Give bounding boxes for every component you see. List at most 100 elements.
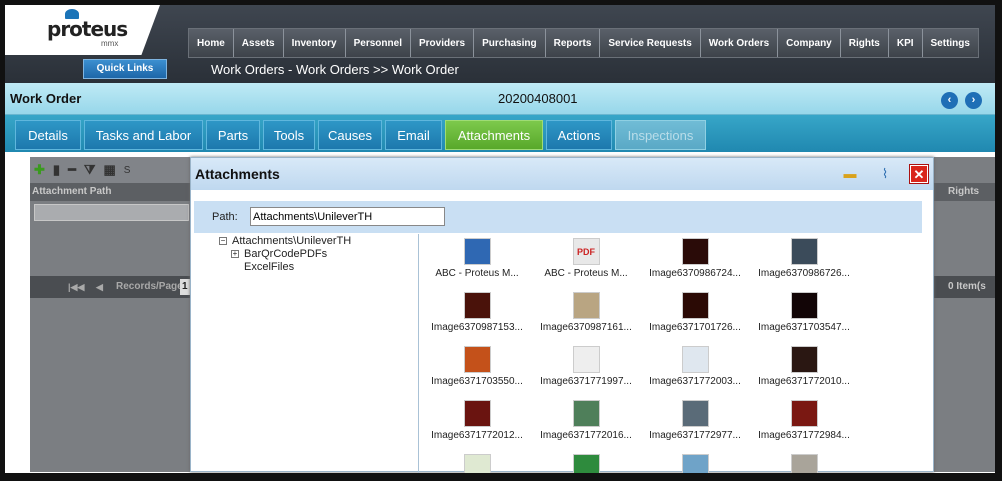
- file-tile[interactable]: Image6370987161...: [531, 290, 641, 342]
- work-order-number: 20200408001: [498, 91, 578, 106]
- image-thumbnail: [790, 238, 818, 265]
- column-attachment-path[interactable]: Attachment Path: [32, 186, 111, 197]
- path-bar: Path:: [194, 201, 922, 233]
- logo[interactable]: proteus mmx: [5, 5, 160, 55]
- next-record-icon[interactable]: ›: [965, 92, 982, 109]
- first-page-icon[interactable]: |◀◀: [68, 276, 84, 298]
- image-thumbnail: [463, 292, 491, 319]
- attachments-dialog: Attachments ▬ ⌇ ✕ Path: −Attachments\Uni…: [190, 157, 934, 473]
- filter-icon[interactable]: ⧩: [84, 162, 96, 178]
- dialog-title: Attachments: [195, 166, 280, 182]
- nav-purchasing[interactable]: Purchasing: [474, 29, 546, 57]
- tab-email[interactable]: Email: [385, 120, 442, 150]
- image-thumbnail: [681, 346, 709, 373]
- previous-page-icon[interactable]: ◀: [96, 276, 103, 298]
- grid-icon[interactable]: ▦: [104, 162, 116, 178]
- file-tile[interactable]: Image6371772977...: [640, 398, 750, 450]
- nav-rights[interactable]: Rights: [841, 29, 889, 57]
- image-thumbnail: [681, 454, 709, 473]
- file-tile[interactable]: Image6371772016...: [531, 398, 641, 450]
- pdf-icon: PDF: [572, 238, 600, 265]
- file-grid: ABC - Proteus M... PDF ABC - Proteus M...…: [420, 234, 933, 473]
- page-title: Work Order: [10, 91, 82, 106]
- tree-node-label: ExcelFiles: [244, 261, 295, 273]
- records-per-page-label: Records/Page: [116, 281, 183, 292]
- tree-node-excelfiles[interactable]: ExcelFiles: [244, 261, 294, 273]
- file-tile[interactable]: Image6371772984...: [749, 398, 859, 450]
- tab-actions[interactable]: Actions: [546, 120, 612, 150]
- close-icon[interactable]: ✕: [909, 164, 929, 184]
- tree-node-root[interactable]: − Attachments\UnileverTH: [219, 235, 351, 247]
- grid-toolbar: ✚ ▮ ━ ⧩ ▦ S: [30, 157, 190, 183]
- expand-icon[interactable]: +: [231, 250, 239, 259]
- tree-node-barqrcodepdfs[interactable]: + BarQrCodePDFs: [231, 248, 327, 260]
- file-tile[interactable]: Image6371772003...: [640, 344, 750, 396]
- collapse-icon[interactable]: −: [219, 237, 227, 246]
- record-title-bar: Work Order 20200408001 ‹ ›: [5, 83, 995, 115]
- path-input[interactable]: [250, 207, 445, 226]
- remove-icon[interactable]: ━: [68, 162, 76, 178]
- tree-node-root-label: Attachments\UnileverTH: [232, 235, 352, 247]
- app-window: proteus mmx Home Assets Inventory Person…: [0, 0, 1002, 481]
- records-per-page-select[interactable]: 1: [180, 279, 190, 295]
- nav-service-requests[interactable]: Service Requests: [600, 29, 701, 57]
- tab-bar: Details Tasks and Labor Parts Tools Caus…: [5, 115, 995, 152]
- tab-attachments[interactable]: Attachments: [445, 120, 543, 150]
- file-tile[interactable]: Image6370987153...: [422, 290, 532, 342]
- nav-company[interactable]: Company: [778, 29, 841, 57]
- folder-tree: − Attachments\UnileverTH + BarQrCodePDFs E…: [191, 234, 419, 473]
- file-tile[interactable]: PDF ABC - Proteus M...: [531, 236, 641, 288]
- main-nav: Home Assets Inventory Personnel Provider…: [188, 28, 979, 58]
- quick-links-button[interactable]: Quick Links: [83, 59, 167, 79]
- tab-details[interactable]: Details: [15, 120, 81, 150]
- path-filter-input[interactable]: [34, 204, 189, 221]
- edit-icon[interactable]: ▮: [53, 162, 60, 178]
- nav-assets[interactable]: Assets: [234, 29, 284, 57]
- file-tile[interactable]: Image6371701726...: [640, 290, 750, 342]
- file-tile[interactable]: Image6371703547...: [749, 290, 859, 342]
- file-tile[interactable]: [422, 452, 532, 473]
- nav-work-orders[interactable]: Work Orders: [701, 29, 779, 57]
- add-icon[interactable]: ✚: [34, 162, 45, 178]
- image-thumbnail: [790, 454, 818, 473]
- file-tile[interactable]: Image6371771997...: [531, 344, 641, 396]
- image-thumbnail: [681, 292, 709, 319]
- file-tile[interactable]: [749, 452, 859, 473]
- paperclip-icon[interactable]: ⌇: [876, 165, 894, 183]
- column-rights[interactable]: Rights: [948, 183, 979, 201]
- image-thumbnail: [463, 346, 491, 373]
- image-thumbnail: [681, 238, 709, 265]
- file-tile[interactable]: Image6370986724...: [640, 236, 750, 288]
- tab-parts[interactable]: Parts: [206, 120, 260, 150]
- nav-inventory[interactable]: Inventory: [284, 29, 346, 57]
- file-tile[interactable]: Image6371703550...: [422, 344, 532, 396]
- tab-tasks-and-labor[interactable]: Tasks and Labor: [84, 120, 203, 150]
- path-label: Path:: [212, 211, 238, 223]
- top-bar: proteus mmx Home Assets Inventory Person…: [5, 5, 995, 83]
- file-tile[interactable]: Image6370986726...: [749, 236, 859, 288]
- breadcrumb: Work Orders - Work Orders >> Work Order: [211, 62, 459, 77]
- file-tile[interactable]: Image6371772012...: [422, 398, 532, 450]
- image-thumbnail: [681, 400, 709, 427]
- nav-settings[interactable]: Settings: [923, 29, 978, 57]
- nav-reports[interactable]: Reports: [546, 29, 601, 57]
- file-tile[interactable]: Image6371772010...: [749, 344, 859, 396]
- folder-icon[interactable]: ▬: [841, 165, 859, 183]
- image-thumbnail: [572, 292, 600, 319]
- logo-text: proteus: [47, 17, 128, 41]
- tab-causes[interactable]: Causes: [318, 120, 382, 150]
- previous-record-icon[interactable]: ‹: [941, 92, 958, 109]
- tab-tools[interactable]: Tools: [263, 120, 315, 150]
- logo-subtext: mmx: [101, 39, 119, 48]
- nav-personnel[interactable]: Personnel: [346, 29, 411, 57]
- file-tile[interactable]: [640, 452, 750, 473]
- tab-inspections: Inspections: [615, 120, 706, 150]
- nav-home[interactable]: Home: [189, 29, 234, 57]
- file-tile[interactable]: [531, 452, 641, 473]
- nav-providers[interactable]: Providers: [411, 29, 475, 57]
- excel-icon: [572, 454, 600, 473]
- file-tile[interactable]: ABC - Proteus M...: [422, 236, 532, 288]
- nav-kpi[interactable]: KPI: [889, 29, 923, 57]
- tree-node-label: BarQrCodePDFs: [244, 248, 328, 260]
- image-thumbnail: [790, 400, 818, 427]
